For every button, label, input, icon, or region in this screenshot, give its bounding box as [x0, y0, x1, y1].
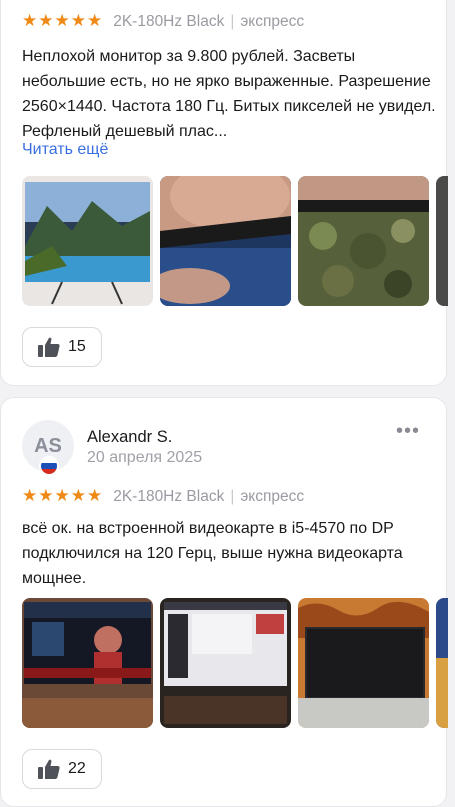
like-button[interactable]: 15	[22, 327, 102, 367]
like-button[interactable]: 22	[22, 749, 102, 789]
review-photo[interactable]	[436, 176, 448, 306]
review-photo[interactable]	[298, 598, 429, 728]
divider: |	[230, 13, 235, 30]
review-meta: ★★★★★ 2K-180Hz Black | экспресс	[22, 11, 304, 31]
review-card: AS Alexandr S. 20 апреля 2025 ••• ★★★★★ 2…	[0, 397, 448, 807]
variant-label: 2K-180Hz Black	[113, 488, 225, 505]
review-meta: ★★★★★ 2K-180Hz Black | экспресс	[22, 486, 304, 506]
review-card: ★★★★★ 2K-180Hz Black | экспресс Неплохой мо…	[0, 0, 448, 386]
review-photo[interactable]	[22, 176, 153, 306]
delivery-label: экспресс	[240, 13, 305, 30]
review-date: 20 апреля 2025	[87, 449, 203, 466]
review-photo[interactable]	[22, 598, 153, 728]
variant-label: 2K-180Hz Black	[113, 13, 225, 30]
review-text: Неплохой монитор за 9.800 рублей. Засвет…	[22, 48, 436, 140]
review-photo[interactable]	[298, 176, 429, 306]
more-options-icon[interactable]: •••	[396, 421, 420, 441]
author-name: Alexandr S.	[87, 428, 173, 446]
review-text: всё ок. на встроенной видеокарте в i5-45…	[22, 520, 403, 587]
thumbs-up-icon	[38, 337, 60, 357]
review-photo[interactable]	[436, 598, 448, 728]
review-photo[interactable]	[160, 176, 291, 306]
divider: |	[230, 488, 235, 505]
rating-stars: ★★★★★	[22, 486, 104, 505]
thumbs-up-icon	[38, 759, 60, 779]
russia-flag-icon	[39, 456, 59, 476]
photo-gallery[interactable]	[22, 176, 448, 306]
review-photo[interactable]	[160, 598, 291, 728]
like-count: 15	[68, 338, 86, 355]
delivery-label: экспресс	[240, 488, 305, 505]
like-count: 22	[68, 760, 86, 777]
photo-gallery[interactable]	[22, 598, 448, 728]
rating-stars: ★★★★★	[22, 11, 104, 30]
read-more-link[interactable]: Читать ещё	[22, 141, 108, 159]
